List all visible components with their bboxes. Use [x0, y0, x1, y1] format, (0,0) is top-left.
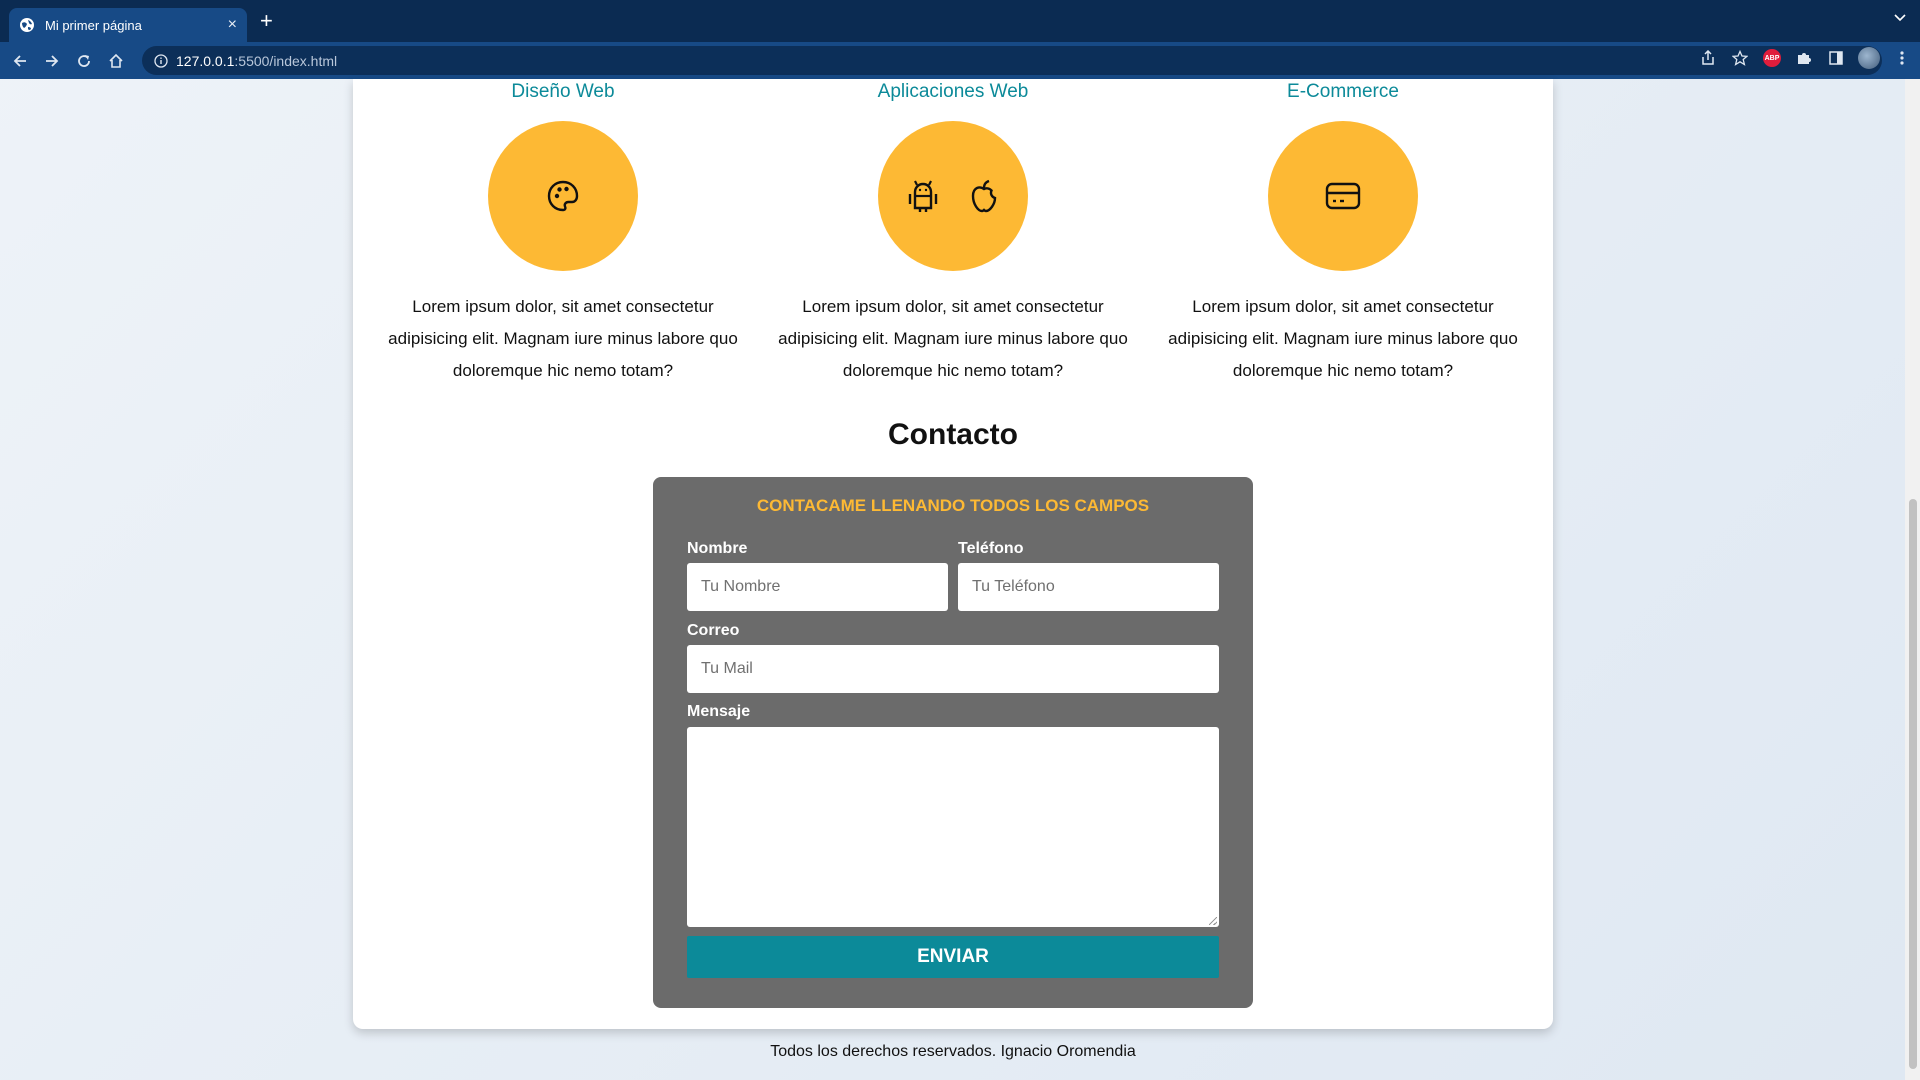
share-icon[interactable]: [1698, 48, 1718, 68]
adblock-label: ABP: [1763, 49, 1781, 67]
page-scrollbar[interactable]: [1905, 79, 1920, 1080]
forward-button[interactable]: [40, 49, 64, 73]
service-icon-circle: [1268, 121, 1418, 271]
tab-title: Mi primer página: [45, 17, 142, 33]
phone-label: Teléfono: [958, 540, 1024, 557]
bookmark-star-icon[interactable]: [1730, 48, 1750, 68]
service-icon-circle: [878, 121, 1028, 271]
service-icon-circle: [488, 121, 638, 271]
content-card: Diseño Web Lorem ipsum dolor, sit amet c…: [353, 79, 1553, 1029]
phone-input[interactable]: [958, 563, 1219, 611]
contact-form: CONTACAME LLENANDO TODOS LOS CAMPOS Nomb…: [653, 477, 1253, 1008]
message-wrapper: [687, 727, 1219, 927]
email-label: Correo: [687, 622, 740, 639]
service-description: Lorem ipsum dolor, sit amet consectetur …: [1168, 297, 1518, 380]
extensions-puzzle-icon[interactable]: [1794, 48, 1814, 68]
toolbar-actions: ABP: [1698, 47, 1912, 69]
footer-text: Todos los derechos reservados. Ignacio O…: [770, 1043, 1136, 1060]
apple-icon: [971, 179, 997, 213]
browser-toolbar: 127.0.0.1:5500/index.html ABP: [0, 42, 1920, 79]
service-title: Aplicaciones Web: [877, 81, 1029, 102]
service-description: Lorem ipsum dolor, sit amet consectetur …: [778, 297, 1128, 380]
back-button[interactable]: [8, 49, 32, 73]
home-icon: [109, 53, 123, 68]
tab-close-icon[interactable]: ×: [228, 16, 237, 34]
android-icon: [908, 180, 938, 212]
resize-grip-icon[interactable]: [1209, 917, 1217, 925]
name-input[interactable]: [687, 563, 948, 611]
arrow-left-icon: [13, 54, 26, 67]
globe-icon: [20, 18, 34, 32]
info-icon: [154, 53, 168, 68]
scrollbar-thumb[interactable]: [1909, 499, 1917, 1069]
service-web-design: Diseño Web Lorem ipsum dolor, sit amet c…: [383, 79, 743, 387]
credit-card-icon: [1325, 182, 1361, 210]
contact-section-title: Contacto: [888, 418, 1018, 451]
submit-button[interactable]: ENVIAR: [687, 936, 1219, 978]
form-heading: CONTACAME LLENANDO TODOS LOS CAMPOS: [756, 496, 1150, 515]
arrow-right-icon: [46, 54, 59, 67]
side-panel-icon[interactable]: [1826, 48, 1846, 68]
service-title: E-Commerce: [1287, 81, 1399, 102]
service-title: Diseño Web: [511, 81, 615, 102]
new-tab-button[interactable]: +: [260, 9, 273, 33]
service-ecommerce: E-Commerce Lorem ipsum dolor, sit amet c…: [1163, 79, 1523, 387]
browser-tab-bar: Mi primer página × +: [0, 0, 1920, 42]
name-label: Nombre: [687, 540, 748, 557]
email-input[interactable]: [687, 645, 1219, 693]
url-host: 127.0.0.1: [176, 52, 235, 69]
adblock-extension-icon[interactable]: ABP: [1762, 48, 1782, 68]
message-label: Mensaje: [687, 703, 751, 720]
browser-tab[interactable]: Mi primer página ×: [9, 8, 247, 42]
home-button[interactable]: [104, 49, 128, 73]
reload-icon: [78, 54, 90, 67]
reload-button[interactable]: [72, 49, 96, 73]
service-web-apps: Aplicaciones Web Lorem ipsum dolor, sit …: [773, 79, 1133, 387]
service-description: Lorem ipsum dolor, sit amet consectetur …: [388, 297, 738, 380]
address-bar[interactable]: 127.0.0.1:5500/index.html: [142, 46, 1882, 75]
chevron-down-icon[interactable]: [1894, 14, 1906, 22]
profile-avatar[interactable]: [1858, 47, 1880, 69]
palette-icon: [547, 180, 579, 212]
message-textarea[interactable]: [687, 727, 1219, 927]
url-path: :5500/index.html: [234, 52, 338, 69]
kebab-menu-icon[interactable]: [1892, 48, 1912, 68]
